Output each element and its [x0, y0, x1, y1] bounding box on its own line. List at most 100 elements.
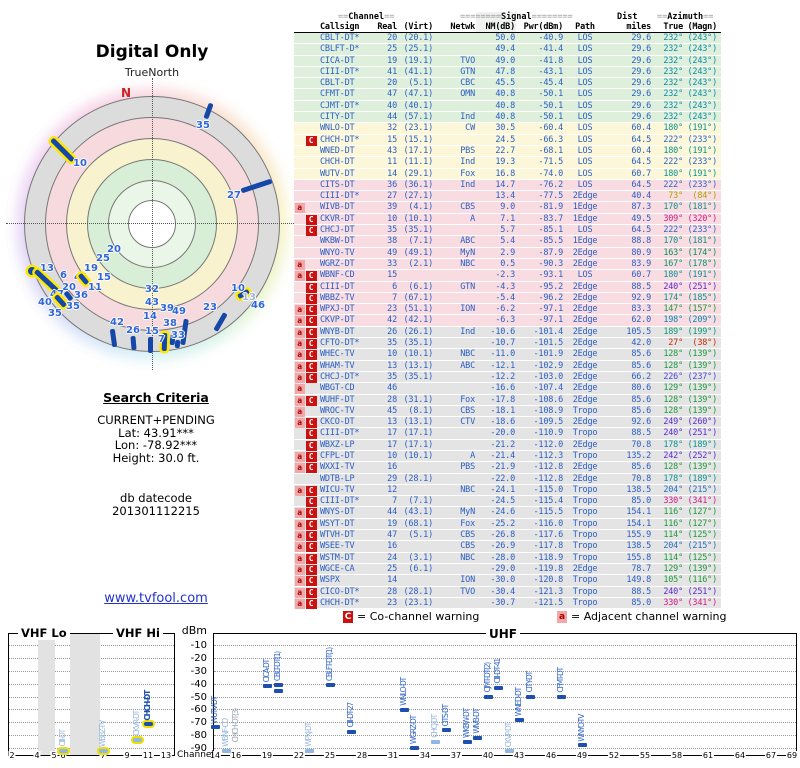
azimuth-true-cell: 180° [663, 145, 683, 156]
azimuth-true-cell: 129° [663, 383, 683, 394]
gridline [214, 670, 796, 672]
network-cell: CW [465, 123, 475, 134]
callsign-cell: WBXZ-LP [320, 439, 355, 450]
network-cell: Ind [460, 326, 475, 337]
distance-cell: 64.5 [631, 157, 651, 168]
power-dbm-cell: -96.2 [538, 292, 563, 303]
nm-db-cell: 16.8 [495, 168, 515, 179]
azimuth-magnetic-cell: (191°) [687, 270, 717, 281]
virtual-channel-cell: (5.1) [408, 530, 433, 541]
station-label-CIII-DT-41: CIII-DT-41 [493, 659, 502, 684]
virtual-channel-cell: (43.1) [403, 507, 433, 518]
cochannel-warning-badge: C [305, 293, 317, 304]
real-channel-cell: 44 [387, 507, 397, 518]
network-cell [433, 315, 475, 325]
path-cell: Tropo [572, 575, 598, 586]
nm-db-cell: 14.7 [495, 179, 515, 190]
virtual-channel-cell: (35.1) [403, 225, 433, 236]
distance-cell: 88.5 [631, 428, 651, 439]
nm-db-cell: -30.7 [490, 597, 515, 608]
table-row: CHCH-DT 11 (11.1) Ind 19.3 -71.5 LOS 64.5 222° (2… [294, 157, 721, 169]
network-cell [433, 135, 475, 145]
adjacent-warning-badge: a [294, 451, 305, 462]
real-channel-cell: 38 [387, 236, 397, 247]
warning-cochannel-cell: C [305, 417, 317, 429]
adjacent-warning-badge: a [294, 372, 305, 383]
channel-label-33: 33 [171, 330, 185, 341]
path-cell: 2Edge [572, 304, 598, 315]
warning-adjacent-cell [294, 428, 305, 438]
cochannel-warning-badge: C [305, 497, 317, 508]
channel-label-46: 46 [251, 300, 265, 311]
station-label-WNLO-DT: WNLO-DT [399, 678, 408, 706]
callsign-cell: CIII-DT* [320, 191, 360, 202]
nm-db-cell: -12.1 [490, 360, 515, 371]
adjacent-warning-badge: a [294, 564, 305, 575]
callsign-cell: WBBZ-TV [320, 292, 355, 303]
nm-db-cell: 30.5 [495, 123, 515, 134]
power-dbm-cell: -101.9 [533, 349, 563, 360]
callsign-cell: WSTM-DT [320, 552, 355, 563]
warning-cochannel-cell [305, 56, 317, 66]
station-label-CBLT-DT(1): CBLT-DT(1) [273, 651, 282, 681]
warning-adjacent-cell: a [294, 202, 305, 214]
warning-cochannel-cell [305, 112, 317, 122]
station-label-CIII-DT-27: CIII-DT-27 [346, 703, 355, 728]
power-dbm-cell: -118.9 [533, 552, 563, 563]
virtual-channel-cell: (7.1) [408, 236, 433, 247]
network-cell [433, 474, 475, 484]
table-row: a C CHCH-DT* 23 (23.1) -30.7 -121.5 Tropo 85.0 33… [294, 597, 721, 610]
azimuth-magnetic-cell: (38°) [692, 338, 717, 349]
warning-cochannel-cell [305, 474, 317, 484]
cochannel-warning-badge: C [305, 508, 317, 519]
table-row: CITS-DT 36 (36.1) Ind 14.7 -76.2 LOS 64.5 222° (2… [294, 179, 721, 192]
azimuth-true-cell: 147° [663, 304, 683, 315]
nm-db-cell: -26.8 [490, 530, 515, 541]
north-n-label: N [121, 86, 132, 100]
signal-bar-CKVR-DT [132, 737, 142, 742]
table-row: WUTV-DT 14 (29.1) Fox 16.8 -74.0 LOS 60.7 180° (1… [294, 168, 721, 180]
path-cell: LOS [577, 270, 593, 281]
nm-db-cell: -10.6 [490, 326, 515, 337]
warning-adjacent-cell: a [294, 349, 305, 361]
real-channel-cell: 16 [387, 462, 397, 473]
network-cell [433, 428, 475, 438]
path-cell: 2Edge [572, 247, 598, 258]
real-channel-cell: 40 [387, 100, 397, 111]
callsign-cell: CFTO-DT* [320, 338, 360, 349]
tvfool-link[interactable]: www.tvfool.com [40, 591, 272, 606]
signal-bar-WKBW-DT [462, 740, 472, 745]
virtual-channel-cell: (13.1) [403, 360, 433, 371]
callsign-cell: WXXI-TV [320, 462, 355, 473]
power-dbm-cell: -97.1 [538, 315, 563, 326]
nm-db-cell: -18.1 [490, 405, 515, 416]
col-true: True [663, 22, 683, 32]
callsign-cell: CIII-DT* [320, 66, 360, 77]
virtual-channel-cell [397, 485, 433, 495]
network-cell: NBC [460, 349, 475, 360]
virtual-channel-cell: (26.1) [403, 326, 433, 337]
warning-adjacent-cell [294, 112, 305, 122]
power-dbm-cell: -115.0 [533, 484, 563, 495]
uhf-channel-tick-49: 49 [575, 751, 589, 760]
table-row: CFMT-DT 47 (47.1) OMN 40.8 -50.1 LOS 29.6 232° (2… [294, 89, 721, 101]
callsign-cell: CITS-DT [320, 179, 355, 190]
warning-cochannel-cell [305, 89, 317, 99]
virtual-channel-cell: (10.1) [403, 213, 433, 224]
azimuth-magnetic-cell: (243°) [687, 33, 717, 43]
station-label-WPXJ-DT: WPXJ-DT [304, 723, 313, 747]
real-channel-cell: 25 [387, 44, 397, 55]
virtual-channel-cell: (28.1) [403, 586, 433, 597]
real-channel-cell: 7 [392, 292, 397, 303]
distance-cell: 62.0 [631, 315, 651, 326]
virtual-channel-cell [397, 575, 433, 585]
distance-cell: 138.5 [626, 484, 651, 495]
path-cell: 2Edge [572, 292, 598, 303]
col-real: Real [377, 22, 397, 32]
callsign-cell: WKBW-DT [320, 236, 355, 247]
adjacent-warning-badge: a [294, 361, 305, 372]
dbm-tick-label: -80 [190, 730, 207, 742]
network-cell [433, 440, 475, 450]
station-label-CBLFT-DT(1): CBLFT-DT(1) [325, 648, 334, 682]
azimuth-true-cell: 163° [663, 247, 683, 258]
